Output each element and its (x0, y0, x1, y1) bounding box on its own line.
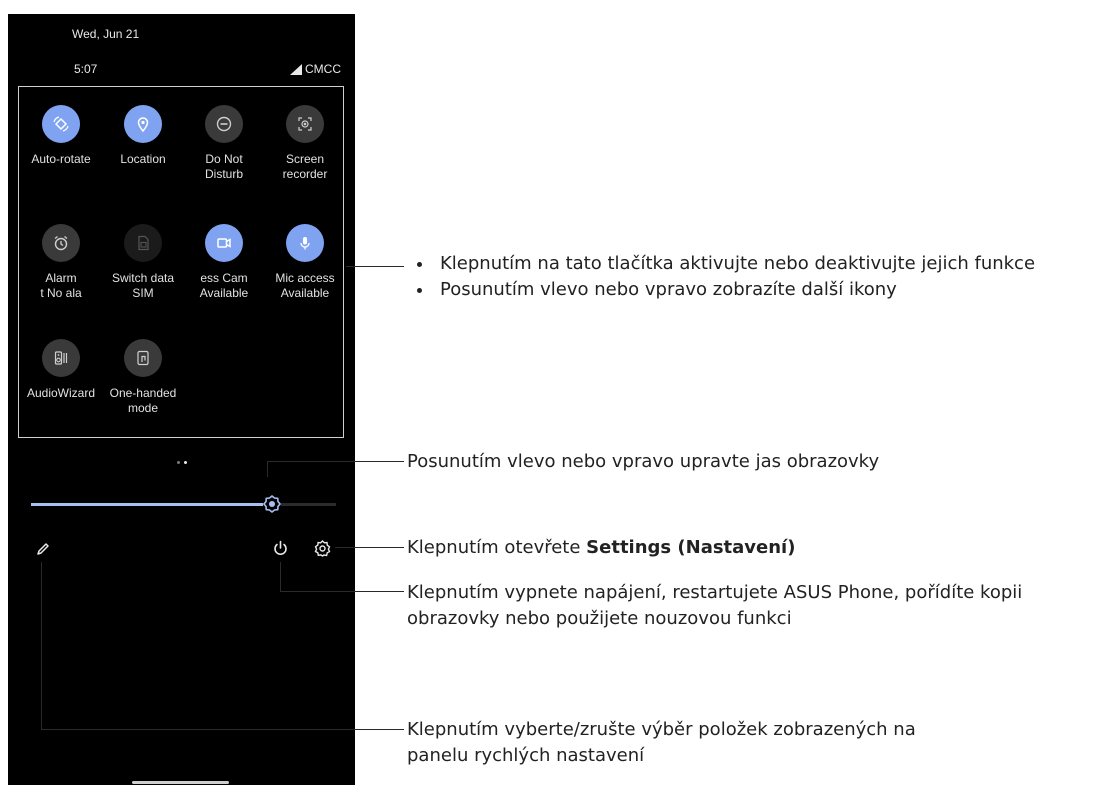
quick-tile-label-line: Available (199, 286, 249, 300)
signal-icon (290, 63, 302, 75)
callout-line-edit-h (41, 729, 404, 730)
gesture-handle[interactable] (132, 781, 229, 784)
callout-line-brightness-v (267, 461, 268, 477)
quick-tile-label-line: ess Cam (200, 271, 248, 285)
quick-tile-label: One-handed mode (102, 386, 184, 416)
carrier-label: CMCC (305, 62, 341, 76)
quick-tile-label-line: recorder (282, 167, 328, 181)
callout-line-power-v (280, 562, 281, 592)
quick-tile[interactable]: ess Cam Available (183, 224, 265, 301)
annotation-settings-bold: Settings (Nastavení) (586, 537, 796, 558)
quick-tile[interactable]: Do Not Disturb (183, 105, 265, 182)
annotation-power-line: Klepnutím vypnete napájení, restartujete… (407, 582, 1023, 603)
status-carrier: CMCC (290, 62, 341, 76)
callout-line-tiles (346, 266, 404, 267)
annotation-settings: Klepnutím otevřete Settings (Nastavení) (407, 535, 795, 561)
quick-tile-label-line: mode (127, 401, 159, 415)
quick-tile-label-line: SIM (132, 286, 154, 300)
quick-tile[interactable]: Screen recorder (264, 105, 346, 182)
annotation-brightness: Posunutím vlevo nebo vpravo upravte jas … (407, 451, 880, 472)
quick-tile-label: Location (102, 152, 184, 167)
page-indicator (177, 461, 187, 464)
quick-tile-label-line: AudioWizard (26, 386, 96, 400)
power-icon[interactable] (272, 540, 289, 557)
page-dot-active (184, 461, 187, 464)
quick-tile-label: Auto-rotate (20, 152, 102, 167)
quick-tile-label-line: Disturb (204, 167, 243, 181)
brightness-slider[interactable] (31, 494, 336, 514)
quick-tile-label: Do Not Disturb (183, 152, 265, 182)
callout-line-edit-v (41, 562, 42, 730)
quick-tile-label-line: Alarm (45, 271, 77, 285)
quick-tile-label-line: Location (120, 152, 166, 166)
audiowizard-icon[interactable] (42, 339, 80, 377)
quick-tile-label: ess Cam Available (183, 271, 265, 301)
page-dot (177, 461, 180, 464)
microphone-icon[interactable] (286, 224, 324, 262)
quick-tile-label-line: Available (280, 286, 330, 300)
annotation-tiles-list: Klepnutím na tato tlačítka aktivujte neb… (408, 251, 1096, 303)
quick-tile-label: Switch data SIM (102, 271, 184, 301)
annotation-bullet: Posunutím vlevo nebo vpravo zobrazíte da… (434, 277, 1096, 303)
annotation-edit-line: panelu rychlých nastavení (407, 745, 645, 766)
callout-line-power-h (280, 591, 404, 592)
status-date: Wed, Jun 21 (72, 27, 140, 41)
one-handed-icon[interactable] (124, 339, 162, 377)
quick-tile[interactable]: Auto-rotate (20, 105, 102, 167)
annotation-power: Klepnutím vypnete napájení, restartujete… (407, 580, 1022, 632)
quick-tile-label-line: t No ala (40, 286, 82, 300)
annotation-settings-text: Klepnutím otevřete (407, 537, 587, 558)
brightness-fill (31, 503, 272, 506)
annotation-edit: Klepnutím vyberte/zrušte výběr položek z… (407, 717, 916, 769)
annotation-power-line: obrazovky nebo použijete nouzovou funkci (407, 608, 792, 629)
quick-tile[interactable]: One-handed mode (102, 339, 184, 416)
quick-tile[interactable]: Alarm t No ala (20, 224, 102, 301)
annotation-edit-line: Klepnutím vyberte/zrušte výběr položek z… (407, 719, 916, 740)
quick-tile-label: AudioWizard (20, 386, 102, 401)
quick-tile-label: Screen recorder (264, 152, 346, 182)
auto-rotate-icon[interactable] (42, 105, 80, 143)
sim-icon[interactable] (124, 224, 162, 262)
callout-line-settings (335, 547, 404, 548)
quick-tile-label-line: Do Not (205, 152, 243, 166)
quick-tile-label-line: Switch data (111, 271, 175, 285)
location-icon[interactable] (124, 105, 162, 143)
callout-line-brightness-h (267, 461, 404, 462)
brightness-thumb-icon[interactable] (262, 494, 282, 514)
quick-tile-label-line: One-handed (109, 386, 177, 400)
phone-screen: Wed, Jun 21 5:07 CMCC Auto-rotate Locatio… (8, 14, 355, 785)
quick-tile[interactable]: AudioWizard (20, 339, 102, 401)
status-time: 5:07 (74, 62, 98, 76)
quick-tile-label-line: Mic access (275, 271, 335, 285)
annotation-tiles: Klepnutím na tato tlačítka aktivujte neb… (408, 251, 1096, 303)
screen-recorder-icon[interactable] (286, 105, 324, 143)
camera-icon[interactable] (205, 224, 243, 262)
alarm-icon[interactable] (42, 224, 80, 262)
do-not-disturb-icon[interactable] (205, 105, 243, 143)
quick-tile-label-line: Screen (285, 152, 325, 166)
quick-tile-label: Mic access Available (264, 271, 346, 301)
quick-tile[interactable]: Mic access Available (264, 224, 346, 301)
annotation-bullet: Klepnutím na tato tlačítka aktivujte neb… (434, 251, 1096, 277)
quick-tile-label: Alarm t No ala (20, 271, 102, 301)
quick-tile-label-line: Auto-rotate (31, 152, 91, 166)
settings-gear-icon[interactable] (314, 540, 331, 557)
quick-tile[interactable]: Location (102, 105, 184, 167)
quick-tile[interactable]: Switch data SIM (102, 224, 184, 301)
edit-pencil-icon[interactable] (35, 541, 51, 557)
